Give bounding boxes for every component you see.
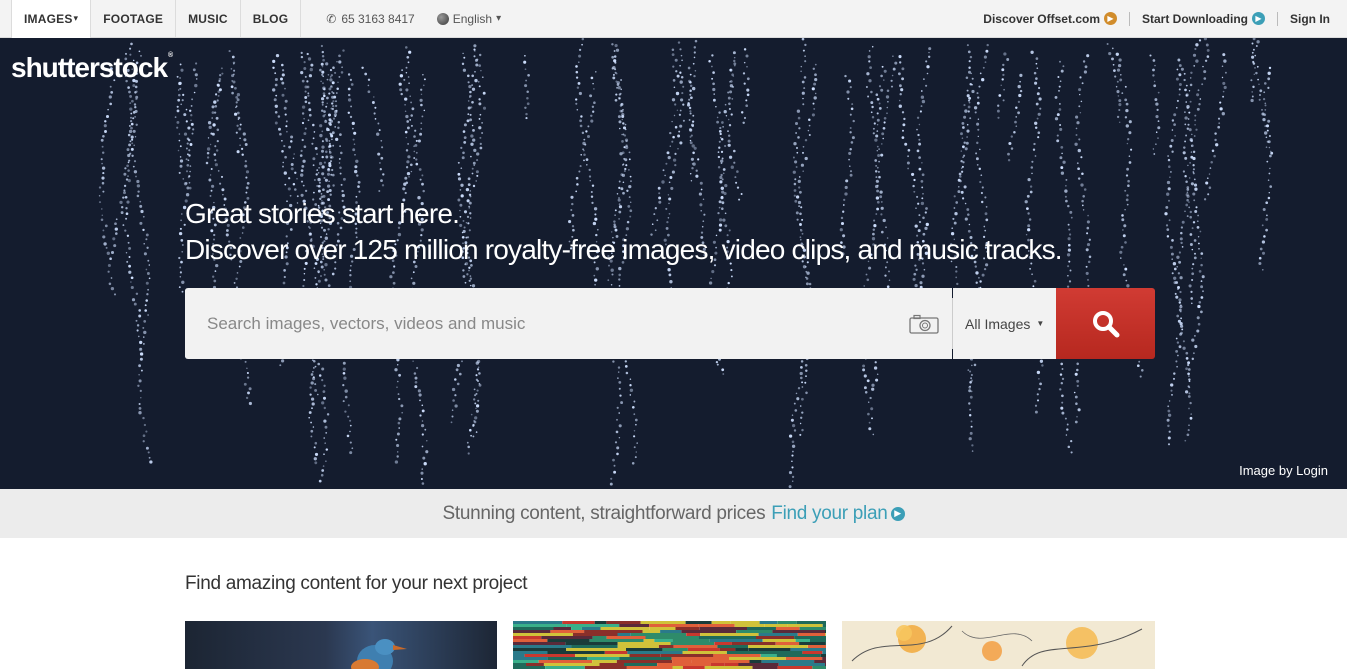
- language-selector[interactable]: English ▾: [436, 11, 502, 26]
- abstract-stripes-image: [513, 621, 826, 669]
- tab-footage-label: FOOTAGE: [103, 11, 164, 26]
- find-plan-label: Find your plan: [771, 502, 888, 524]
- search-icon: [1092, 310, 1119, 337]
- arrow-circle-icon: ▶: [1252, 12, 1265, 25]
- phone-contact: ✆ 65 3163 8417: [326, 12, 414, 26]
- search-input[interactable]: [185, 288, 896, 359]
- hero-headline-line2: Discover over 125 million royalty-free i…: [185, 234, 1063, 265]
- image-type-select[interactable]: All Images ▼: [953, 288, 1056, 359]
- section-title: Find amazing content for your next proje…: [185, 573, 528, 594]
- arrow-circle-icon: ▶: [890, 506, 905, 521]
- arrow-circle-icon: ▶: [1104, 12, 1117, 25]
- tab-blog-label: BLOG: [252, 11, 289, 26]
- chevron-down-icon: ▾: [73, 13, 79, 23]
- content-thumbnail-abstract[interactable]: [513, 621, 826, 669]
- language-label: English: [452, 11, 493, 26]
- globe-icon: [436, 12, 449, 25]
- start-downloading-link[interactable]: Start Downloading ▶: [1130, 12, 1277, 26]
- tab-blog[interactable]: BLOG: [241, 0, 302, 38]
- offset-link[interactable]: Discover Offset.com ▶: [971, 12, 1129, 26]
- pricing-strip: Stunning content, straightforward prices…: [0, 489, 1347, 538]
- chevron-down-icon: ▼: [1036, 319, 1045, 328]
- tab-images-label: IMAGES: [24, 11, 73, 26]
- reverse-image-search-button[interactable]: [896, 288, 952, 359]
- image-credit: Image by Login: [1239, 463, 1328, 478]
- find-plan-link[interactable]: Find your plan ▶: [771, 502, 905, 525]
- start-downloading-label: Start Downloading: [1142, 11, 1248, 26]
- phone-number: 65 3163 8417: [341, 11, 415, 26]
- registered-mark: ®: [168, 52, 173, 59]
- image-type-value: All Images: [965, 315, 1031, 332]
- logo-text: shutterstock: [11, 52, 168, 83]
- chevron-down-icon: ▾: [496, 13, 502, 24]
- tab-music[interactable]: MUSIC: [176, 0, 241, 38]
- content-thumbnail-floral[interactable]: [842, 621, 1155, 669]
- tab-footage[interactable]: FOOTAGE: [91, 0, 177, 38]
- top-nav: IMAGES ▾ FOOTAGE MUSIC BLOG ✆ 65 3163 841…: [0, 0, 1347, 38]
- hero-headline-line1: Great stories start here.: [185, 198, 460, 229]
- search-bar: All Images ▼: [185, 288, 1155, 359]
- hero-headline: Great stories start here. Discover over …: [185, 196, 1063, 268]
- content-thumbnail-bird[interactable]: [185, 621, 497, 669]
- tab-music-label: MUSIC: [188, 11, 228, 26]
- shutterstock-logo[interactable]: shutterstock®: [11, 52, 173, 84]
- search-button[interactable]: [1056, 288, 1155, 359]
- pricing-text: Stunning content, straightforward prices: [442, 502, 766, 524]
- phone-icon: ✆: [326, 11, 337, 26]
- offset-link-label: Discover Offset.com: [983, 11, 1100, 26]
- account-nav: Discover Offset.com ▶ Start Downloading …: [971, 0, 1347, 38]
- sign-in-label: Sign In: [1290, 11, 1330, 26]
- bird-image: [351, 639, 407, 669]
- tab-images[interactable]: IMAGES ▾: [11, 0, 92, 38]
- hero-banner: shutterstock® Great stories start here. …: [0, 38, 1347, 489]
- sign-in-link[interactable]: Sign In: [1278, 12, 1347, 26]
- floral-illustration-image: [851, 625, 1143, 667]
- camera-icon: [909, 314, 939, 334]
